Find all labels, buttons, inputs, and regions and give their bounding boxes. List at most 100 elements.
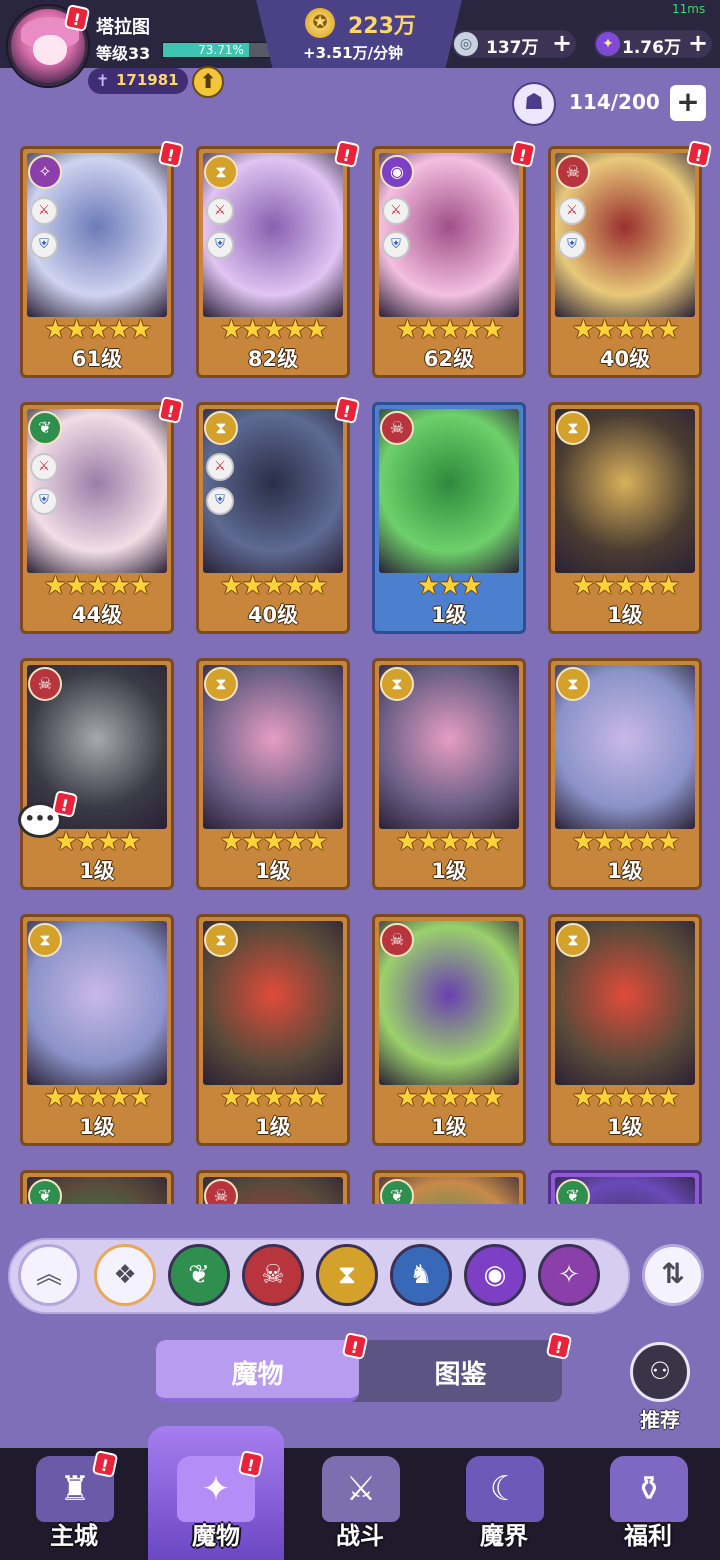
nature-faction-icon: ❦: [28, 411, 62, 445]
nav-monsters[interactable]: 魔物: [156, 1516, 276, 1551]
eye-faction-icon: ◉: [380, 155, 414, 189]
monster-stars: ★★★★★: [571, 1083, 681, 1113]
monster-card[interactable]: ❦: [548, 1170, 702, 1204]
monster-capacity: 114/200: [569, 90, 660, 114]
monster-stars: ★★★★★: [395, 1083, 505, 1113]
monster-level: 1级: [607, 859, 643, 883]
monster-card[interactable]: ❦: [20, 1170, 174, 1204]
filter-eye-button[interactable]: ◉: [464, 1244, 526, 1306]
monster-card[interactable]: ⧗ ⚔ ⛨ ★★★★★ 40级: [196, 402, 350, 634]
monster-level: 82级: [247, 347, 299, 371]
shield-buff-icon: ⛨: [558, 231, 586, 259]
xp-bar: 73.71%: [162, 42, 280, 58]
power-upgrade-button[interactable]: ⬆: [192, 66, 224, 98]
time-faction-icon: ⧗: [204, 667, 238, 701]
monster-level: 1级: [431, 859, 467, 883]
monster-card[interactable]: ⧗ ⚔ ⛨ ★★★★★ 82级: [196, 146, 350, 378]
portal-icon[interactable]: ☾: [466, 1456, 544, 1522]
nav-battle[interactable]: 战斗: [300, 1516, 420, 1551]
crystal-add-button[interactable]: +: [688, 29, 708, 57]
attack-buff-icon: ⚔: [206, 453, 234, 481]
crystal-currency: ✦ 1.76万 +: [594, 29, 712, 58]
avatar-face: [33, 35, 67, 65]
tab-codex[interactable]: 图鉴: [359, 1354, 562, 1391]
monster-level: 1级: [79, 859, 115, 883]
xp-percent: 73.71%: [198, 43, 244, 57]
nav-main-city[interactable]: 主城: [14, 1516, 134, 1551]
monster-alert-badge: !: [685, 139, 713, 169]
filter-beast-button[interactable]: ♞: [390, 1244, 452, 1306]
monster-card[interactable]: ⧗ ★★★★★ 1级: [548, 914, 702, 1146]
time-faction-icon: ⧗: [204, 411, 238, 445]
time-faction-icon: ⧗: [556, 923, 590, 957]
nav-demon-realm[interactable]: 魔界: [444, 1516, 564, 1551]
monster-level: 62级: [423, 347, 475, 371]
monster-card[interactable]: ❦ ⚔ ⛨ ★★★★★ 44级: [20, 402, 174, 634]
monster-card[interactable]: ☠ ★★★★ 1级: [20, 658, 174, 890]
monster-stars: ★★★: [417, 571, 483, 601]
monster-card[interactable]: ✧ ⚔ ⛨ ★★★★★ 61级: [20, 146, 174, 378]
collapse-filter-button[interactable]: ︽: [18, 1244, 80, 1306]
time-faction-icon: ⧗: [28, 923, 62, 957]
gem-add-button[interactable]: +: [552, 29, 572, 57]
sword-shield-icon[interactable]: ⚔: [322, 1456, 400, 1522]
monster-alert-badge: !: [157, 395, 185, 425]
monster-level: 1级: [431, 603, 467, 627]
filter-demon-button[interactable]: ☠: [242, 1244, 304, 1306]
monster-alert-badge: !: [333, 395, 361, 425]
recommend-label[interactable]: 推荐: [630, 1404, 690, 1433]
capacity-add-button[interactable]: +: [670, 85, 706, 121]
monster-card[interactable]: ⧗ ★★★★★ 1级: [196, 914, 350, 1146]
attack-buff-icon: ⚔: [206, 197, 234, 225]
monster-card[interactable]: ⧗ ★★★★★ 1级: [548, 402, 702, 634]
attack-buff-icon: ⚔: [382, 197, 410, 225]
tab-monsters[interactable]: 魔物: [156, 1354, 359, 1391]
treasure-chest-icon[interactable]: ⚱: [610, 1456, 688, 1522]
time-faction-icon: ⧗: [204, 923, 238, 957]
filter-nature-button[interactable]: ❦: [168, 1244, 230, 1306]
monster-card[interactable]: ☠: [196, 1170, 350, 1204]
monster-stars: ★★★★★: [219, 315, 329, 345]
shield-buff-icon: ⛨: [30, 487, 58, 515]
monster-card[interactable]: ⧗ ★★★★★ 1级: [196, 658, 350, 890]
monster-level: 1级: [79, 1115, 115, 1139]
monster-level: 61级: [71, 347, 123, 371]
monster-stars: ★★★★★: [219, 571, 329, 601]
filter-arcane-button[interactable]: ✧: [538, 1244, 600, 1306]
monster-card[interactable]: ◉ ⚔ ⛨ ★★★★★ 62级: [372, 146, 526, 378]
gold-rate: +3.51万/分钟: [303, 44, 404, 62]
monster-grid: ✧ ⚔ ⛨ ★★★★★ 61级! ⧗ ⚔ ⛨ ★★★★★ 82级! ◉ ⚔ ⛨ ★★★★★ 62级! ☠ ⚔ ⛨ ★…: [0, 138, 720, 1204]
monster-stars: ★★★★★: [43, 571, 153, 601]
monster-stars: ★★★★★: [571, 315, 681, 345]
time-faction-icon: ⧗: [204, 155, 238, 189]
filter-time-button[interactable]: ⧗: [316, 1244, 378, 1306]
sword-icon: ✝: [96, 71, 110, 90]
time-faction-icon: ⧗: [556, 667, 590, 701]
monster-stars: ★★★★★: [395, 827, 505, 857]
latency-indicator: 11ms: [672, 2, 706, 16]
gem-icon: ◎: [454, 32, 478, 56]
monster-stars: ★★★★★: [571, 571, 681, 601]
demon-faction-icon: ☠: [556, 155, 590, 189]
monster-level: 1级: [255, 859, 291, 883]
monster-level: 1级: [255, 1115, 291, 1139]
monster-card[interactable]: ☠ ⚔ ⛨ ★★★★★ 40级: [548, 146, 702, 378]
demon-faction-icon: ☠: [28, 667, 62, 701]
monster-level: 44级: [71, 603, 123, 627]
monster-card[interactable]: ❦: [372, 1170, 526, 1204]
crystal-amount: 1.76万: [622, 38, 681, 58]
monster-card[interactable]: ☠ ★★★★★ 1级: [372, 914, 526, 1146]
gold-amount: 223万: [348, 14, 416, 39]
nav-welfare[interactable]: 福利: [588, 1516, 708, 1551]
monster-card[interactable]: ⧗ ★★★★★ 1级: [20, 914, 174, 1146]
power-value: 171981: [116, 71, 179, 89]
monster-card[interactable]: ⧗ ★★★★★ 1级: [548, 658, 702, 890]
player-name: 塔拉图: [96, 17, 150, 38]
monster-card[interactable]: ⧗ ★★★★★ 1级: [372, 658, 526, 890]
shield-buff-icon: ⛨: [382, 231, 410, 259]
recommend-icon[interactable]: ⚇: [630, 1342, 690, 1402]
sort-button[interactable]: ⇅: [642, 1244, 704, 1306]
filter-all-button[interactable]: ❖: [94, 1244, 156, 1306]
attack-buff-icon: ⚔: [30, 453, 58, 481]
monster-card[interactable]: ☠ ★★★ 1级: [372, 402, 526, 634]
